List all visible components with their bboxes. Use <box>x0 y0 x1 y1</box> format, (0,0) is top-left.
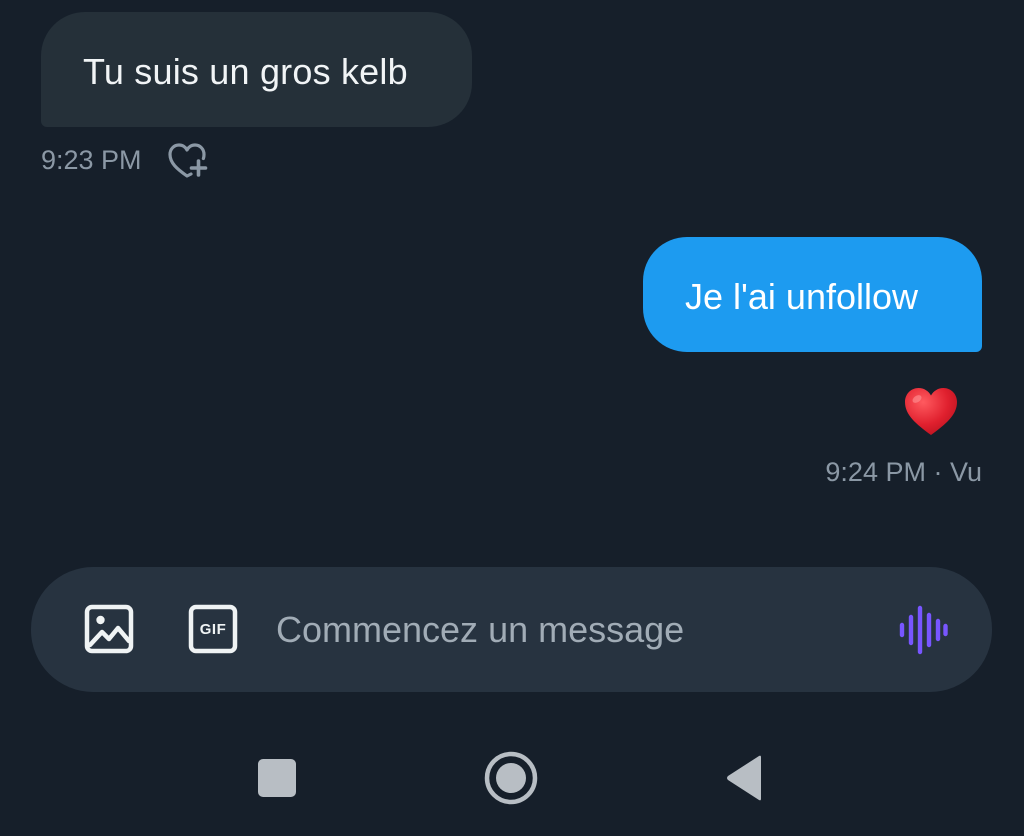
voice-message-icon <box>899 605 948 655</box>
voice-message-button[interactable] <box>897 604 949 656</box>
sent-message-meta: 9:24 PM · Vu <box>825 452 982 492</box>
sent-message-time: 9:24 PM <box>825 456 926 487</box>
add-image-button[interactable] <box>84 604 134 654</box>
recents-button[interactable] <box>247 748 307 808</box>
add-reaction-button[interactable] <box>166 140 210 180</box>
meta-separator: · <box>925 456 950 487</box>
square-recents-icon <box>258 759 296 797</box>
back-button[interactable] <box>715 748 775 808</box>
system-navigation-bar <box>0 720 1024 836</box>
heart-plus-icon <box>167 143 207 178</box>
red-heart-icon <box>905 388 957 435</box>
message-composer: GIF <box>31 567 992 692</box>
add-gif-button[interactable]: GIF <box>188 604 238 654</box>
dm-conversation-screen: Tu suis un gros kelb 9:23 PM Je l'ai unf… <box>0 0 1024 836</box>
triangle-back-icon <box>727 755 761 801</box>
read-status: Vu <box>949 456 982 487</box>
heart-reaction[interactable] <box>902 385 960 439</box>
gif-label: GIF <box>199 620 227 638</box>
image-icon <box>84 604 134 654</box>
home-button[interactable] <box>481 748 541 808</box>
received-message-bubble[interactable]: Tu suis un gros kelb <box>41 12 472 127</box>
received-message-meta: 9:23 PM <box>41 140 210 180</box>
message-input[interactable] <box>276 603 876 657</box>
circle-home-icon <box>484 751 538 805</box>
received-message-time: 9:23 PM <box>41 144 142 175</box>
sent-message-text: Je l'ai unfollow <box>685 275 918 317</box>
received-message-text: Tu suis un gros kelb <box>83 50 408 92</box>
sent-message-bubble[interactable]: Je l'ai unfollow <box>643 237 982 352</box>
